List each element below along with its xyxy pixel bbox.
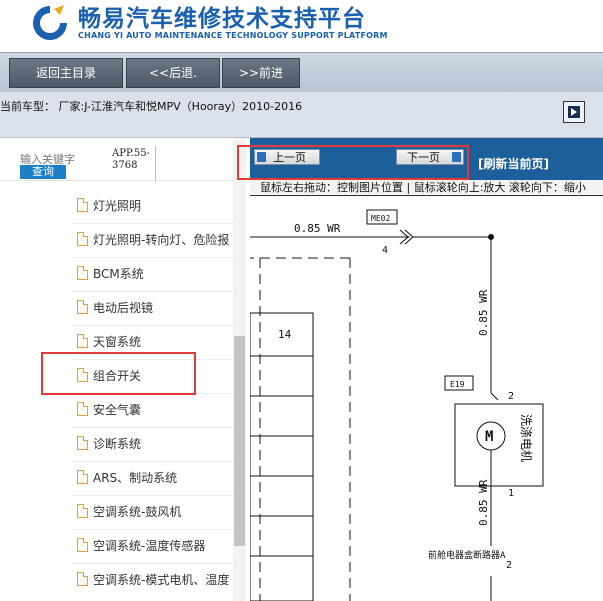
tree-item-label: 天窗系统 [93,335,142,349]
tree-item-label: 诊断系统 [93,437,142,451]
connector-e19-label: E19 [450,380,465,389]
tree-item[interactable]: BCM系统 [73,257,233,291]
connector-me02-label: ME02 [371,214,390,223]
tree-item-label: 安全气囊 [93,403,142,417]
tree-item-label: 电动后视镜 [93,301,154,315]
pin-label: 4 [382,245,388,256]
file-icon [77,504,88,518]
pin-label: 2 [508,391,514,402]
fuse-number: 14 [278,328,292,341]
file-icon [77,232,88,246]
pin-label: 1 [508,488,514,499]
tree-item[interactable]: 电动后视镜 [73,291,233,325]
header: R 畅易汽车维修技术支持平台 CHANG YI AUTO MAINTENANCE… [0,0,603,52]
junction-dot [488,234,494,240]
play-icon [568,106,580,118]
svg-text:R: R [44,17,54,33]
tree-item[interactable]: ARS、制动系统 [73,461,233,495]
file-icon [77,538,88,552]
tree-item[interactable]: 灯光照明-转向灯、危险报 [73,223,233,257]
tree-item-label: 空调系统-鼓风机 [93,505,182,519]
tree-item-label: 空调系统-温度传感器 [93,539,206,553]
tree-item-label: 灯光照明 [93,199,142,213]
highlight-annotation [41,352,196,395]
back-button[interactable]: <<后退. [126,58,220,88]
current-car-model: 当前车型： 厂家:J-江淮汽车和悦MPV（Hooray）2010-2016 [0,100,303,113]
highlight-annotation [237,145,469,180]
file-icon [77,266,88,280]
relay-box-label: 前舱电器盒断路器A [428,549,506,561]
file-icon [77,470,88,484]
viewer-hint: 鼠标左右拖动：控制图片位置 | 鼠标滚轮向上:放大 滚轮向下：缩小 [250,180,603,196]
chang-yi-logo-icon: R [33,5,67,40]
tree-item[interactable]: 安全气囊 [73,393,233,427]
wiring-diagram[interactable]: 0.85 WR 4 ME02 0.85 WR E19 2 M 洗涤电机 1 0.… [250,196,603,601]
query-button[interactable]: 查询 [20,165,66,179]
wire [490,392,499,401]
motor-label: M [485,429,493,445]
tree-item-label: BCM系统 [93,267,144,281]
car-info-bar: 当前车型： 厂家:J-江淮汽车和悦MPV（Hooray）2010-2016 [0,92,603,138]
tree-item[interactable]: 空调系统-温度传感器 [73,529,233,563]
refresh-page-link[interactable]: [刷新当前页] [478,155,549,172]
diagram-viewer: 上一页 下一页 [刷新当前页] 鼠标左右拖动：控制图片位置 | 鼠标滚轮向上:放… [250,138,603,601]
wire-label-top: 0.85 WR [294,222,341,235]
file-icon [77,300,88,314]
sidebar-scrollbar-thumb[interactable] [234,336,245,546]
tree-item-label: ARS、制动系统 [93,471,178,485]
tree-item-label: 空调系统-模式电机、温度 [93,573,230,587]
washer-motor-label: 洗涤电机 [519,414,533,462]
pin-label: 2 [506,560,512,571]
file-icon [77,572,88,586]
tree-item[interactable]: 诊断系统 [73,427,233,461]
keyword-input[interactable]: APP.55-3768 [112,148,152,172]
file-icon [77,402,88,416]
tree-item-label: 灯光照明-转向灯、危险报 [93,233,230,247]
file-icon [77,334,88,348]
forward-button[interactable]: >>前进 [222,58,300,88]
file-icon [77,198,88,212]
tree-item[interactable]: 空调系统-模式电机、温度 [73,563,233,597]
wire-label-lower: 0.85 WR [477,479,490,526]
wire-label-vertical: 0.85 WR [477,289,490,336]
home-button[interactable]: 返回主目录 [9,58,123,88]
tree-item[interactable]: 灯光照明 [73,189,233,223]
tree-item[interactable]: 空调系统-鼓风机 [73,495,233,529]
divider [155,146,156,182]
nav-bar: 返回主目录 <<后退. >>前进 [0,52,603,93]
platform-subtitle: CHANG YI AUTO MAINTENANCE TECHNOLOGY SUP… [78,31,388,40]
platform-title: 畅易汽车维修技术支持平台 [78,6,366,32]
file-icon [77,436,88,450]
panel-toggle-button[interactable] [563,101,585,123]
divider [0,180,235,181]
